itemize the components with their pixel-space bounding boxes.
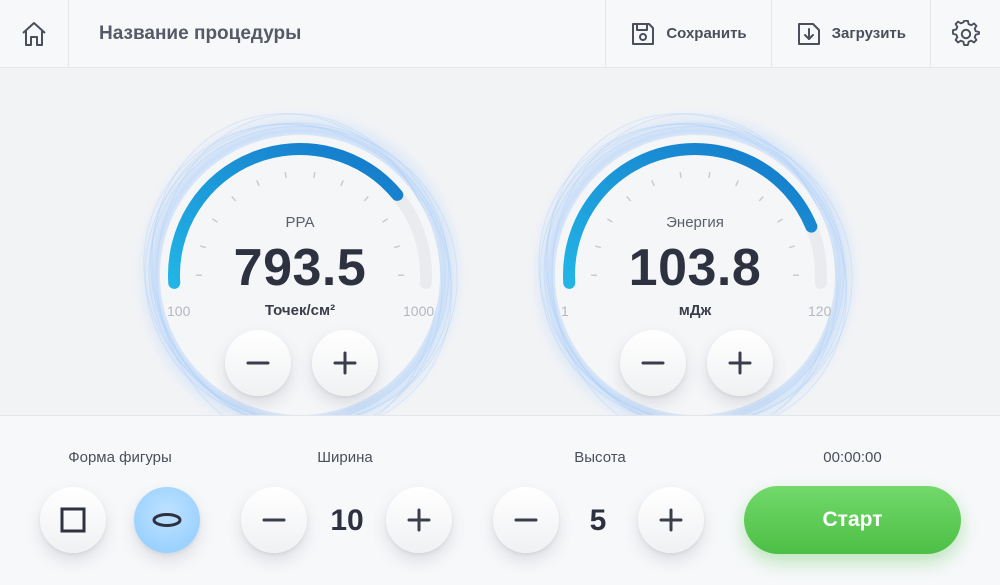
ppa-increase-button[interactable] — [312, 330, 378, 396]
start-button[interactable]: Старт — [744, 486, 961, 554]
ppa-value: 793.5 — [233, 239, 367, 297]
height-label: Высота — [574, 449, 626, 466]
energy-decrease-button[interactable] — [620, 330, 686, 396]
plus-icon — [728, 351, 752, 375]
height-decrease-button[interactable] — [493, 487, 559, 553]
minus-icon — [641, 361, 665, 365]
dial-tick — [679, 171, 682, 179]
plus-icon — [407, 508, 431, 532]
controls-panel: Форма фигуры Ширина 10 Высота 5 00:00:00… — [0, 415, 1000, 585]
width-value: 10 — [330, 504, 364, 537]
home-button[interactable] — [0, 0, 69, 67]
dial-tick — [284, 171, 287, 179]
home-icon — [22, 21, 46, 46]
energy-gauge: Энергия 103.8 мДж 1 120 — [525, 90, 865, 420]
width-decrease-button[interactable] — [241, 487, 307, 553]
procedure-title: Название процедуры — [99, 22, 302, 44]
load-icon — [797, 22, 820, 45]
width-increase-button[interactable] — [386, 487, 452, 553]
energy-min: 1 — [561, 303, 569, 319]
ppa-label: PPA — [285, 214, 315, 231]
ppa-decrease-button[interactable] — [225, 330, 291, 396]
gear-icon — [951, 19, 980, 46]
energy-label: Энергия — [666, 214, 724, 231]
minus-icon — [246, 361, 270, 365]
square-icon — [60, 507, 86, 533]
height-increase-button[interactable] — [638, 487, 704, 553]
save-label: Сохранить — [666, 25, 747, 42]
ppa-max: 1000 — [403, 303, 435, 319]
settings-button[interactable] — [930, 0, 1000, 67]
top-bar: Название процедуры Сохранить Загрузить — [0, 0, 1000, 68]
width-label: Ширина — [317, 449, 373, 466]
energy-max: 120 — [808, 303, 832, 319]
ppa-min: 100 — [167, 303, 191, 319]
ellipse-shape-button[interactable] — [134, 487, 200, 553]
save-icon — [632, 22, 655, 45]
minus-icon — [262, 518, 286, 522]
energy-value: 103.8 — [628, 239, 762, 297]
plus-icon — [659, 508, 683, 532]
square-shape-button[interactable] — [40, 487, 106, 553]
ellipse-icon — [152, 513, 182, 527]
load-button[interactable]: Загрузить — [770, 0, 930, 67]
timer: 00:00:00 — [823, 449, 882, 466]
save-button[interactable]: Сохранить — [605, 0, 770, 67]
dial-tick — [708, 171, 711, 179]
shape-label: Форма фигуры — [68, 449, 172, 466]
plus-icon — [333, 351, 357, 375]
minus-icon — [514, 518, 538, 522]
energy-increase-button[interactable] — [707, 330, 773, 396]
ppa-gauge: PPA 793.5 Точек/см² 100 1000 — [130, 90, 470, 420]
height-value: 5 — [589, 504, 607, 537]
load-label: Загрузить — [831, 25, 906, 42]
dial-tick — [313, 171, 316, 179]
